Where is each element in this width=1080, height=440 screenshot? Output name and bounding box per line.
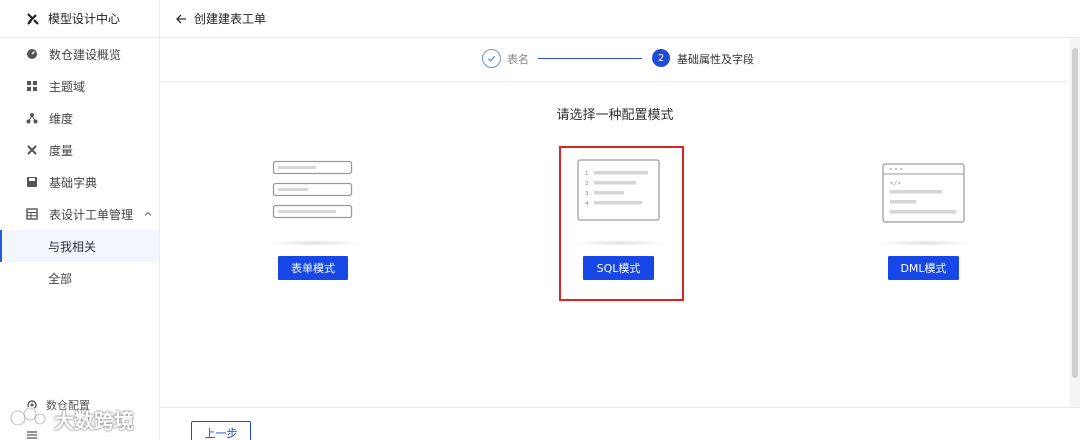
tools-icon bbox=[26, 144, 38, 156]
brand[interactable]: 模型设计中心 bbox=[0, 0, 159, 38]
sql-illustration-icon: 1 2 3 4 bbox=[577, 159, 660, 221]
hierarchy-icon bbox=[26, 112, 38, 124]
sql-mode-button[interactable]: SQL模式 bbox=[583, 256, 654, 280]
dml-illustration-icon: </> bbox=[882, 163, 965, 223]
previous-step-button[interactable]: 上一步 bbox=[191, 421, 251, 440]
sidebar-item-label: 数仓建设概览 bbox=[49, 47, 122, 62]
sidebar-subitem-related-to-me[interactable]: 与我相关 bbox=[0, 230, 159, 262]
sidebar-item-label: 维度 bbox=[49, 111, 74, 126]
step-connector bbox=[538, 58, 642, 59]
vertical-scrollbar[interactable] bbox=[1070, 38, 1080, 408]
line-number: 2 bbox=[585, 181, 589, 187]
sidebar-subitem-label: 全部 bbox=[48, 271, 73, 286]
form-illustration-icon bbox=[272, 160, 353, 219]
step-2-number: 2 bbox=[652, 49, 670, 67]
watermark-text: 大数跨境 bbox=[54, 408, 134, 433]
save-icon bbox=[26, 176, 38, 188]
card-shadow bbox=[266, 240, 362, 246]
step-2-label: 基础属性及字段 bbox=[677, 53, 754, 66]
sidebar-item-label: 主题域 bbox=[49, 79, 86, 94]
sidebar-item-measure[interactable]: 度量 bbox=[0, 134, 159, 166]
sidebar-item-label: 基础字典 bbox=[49, 175, 98, 190]
sidebar-item-dimension[interactable]: 维度 bbox=[0, 102, 159, 134]
page-footer: 上一步 bbox=[160, 407, 1080, 440]
gauge-icon bbox=[26, 48, 38, 60]
sidebar: 模型设计中心 数仓建设概览 主题域 维度 度量 基础字典 表设计工单管理 与我相… bbox=[0, 0, 160, 440]
sidebar-item-table-design[interactable]: 表设计工单管理 bbox=[0, 198, 159, 230]
watermark-logo-icon bbox=[9, 406, 47, 427]
step-indicator: 表名 2 基础属性及字段 bbox=[160, 38, 1070, 82]
form-mode-button[interactable]: 表单模式 bbox=[278, 256, 348, 280]
card-shadow bbox=[877, 240, 973, 246]
sidebar-subitem-all[interactable]: 全部 bbox=[0, 262, 159, 294]
code-tag: </> bbox=[890, 180, 901, 187]
model-logo-icon bbox=[27, 12, 39, 25]
page-title: 创建建表工单 bbox=[194, 12, 267, 26]
sidebar-item-overview[interactable]: 数仓建设概览 bbox=[0, 38, 159, 70]
sidebar-item-label: 表设计工单管理 bbox=[49, 207, 134, 222]
sidebar-item-label: 度量 bbox=[49, 143, 74, 158]
mode-selection-panel: 请选择一种配置模式 表单模式 1 2 3 4 SQL模式 </> DML模式 bbox=[160, 82, 1070, 407]
brand-title: 模型设计中心 bbox=[48, 12, 121, 26]
table-icon bbox=[26, 208, 38, 220]
step-1-label: 表名 bbox=[507, 53, 529, 66]
watermark: 大数跨境 bbox=[8, 404, 134, 434]
sidebar-nav: 数仓建设概览 主题域 维度 度量 基础字典 表设计工单管理 与我相关 全部 bbox=[0, 38, 159, 294]
card-shadow bbox=[572, 240, 668, 246]
line-number: 1 bbox=[585, 171, 589, 177]
scrollbar-thumb[interactable] bbox=[1072, 48, 1078, 378]
sidebar-item-dictionary[interactable]: 基础字典 bbox=[0, 166, 159, 198]
line-number: 4 bbox=[585, 201, 589, 207]
dml-mode-button[interactable]: DML模式 bbox=[888, 256, 959, 280]
arrow-left-icon[interactable] bbox=[174, 12, 188, 26]
page-header: 创建建表工单 bbox=[160, 0, 1080, 38]
step-1-check-icon bbox=[482, 49, 501, 68]
sidebar-subitem-label: 与我相关 bbox=[48, 239, 97, 254]
grid-icon bbox=[26, 80, 38, 92]
mode-prompt: 请选择一种配置模式 bbox=[556, 108, 674, 123]
line-number: 3 bbox=[585, 191, 589, 197]
chevron-up-icon[interactable] bbox=[143, 209, 153, 219]
sidebar-item-subject-domain[interactable]: 主题域 bbox=[0, 70, 159, 102]
